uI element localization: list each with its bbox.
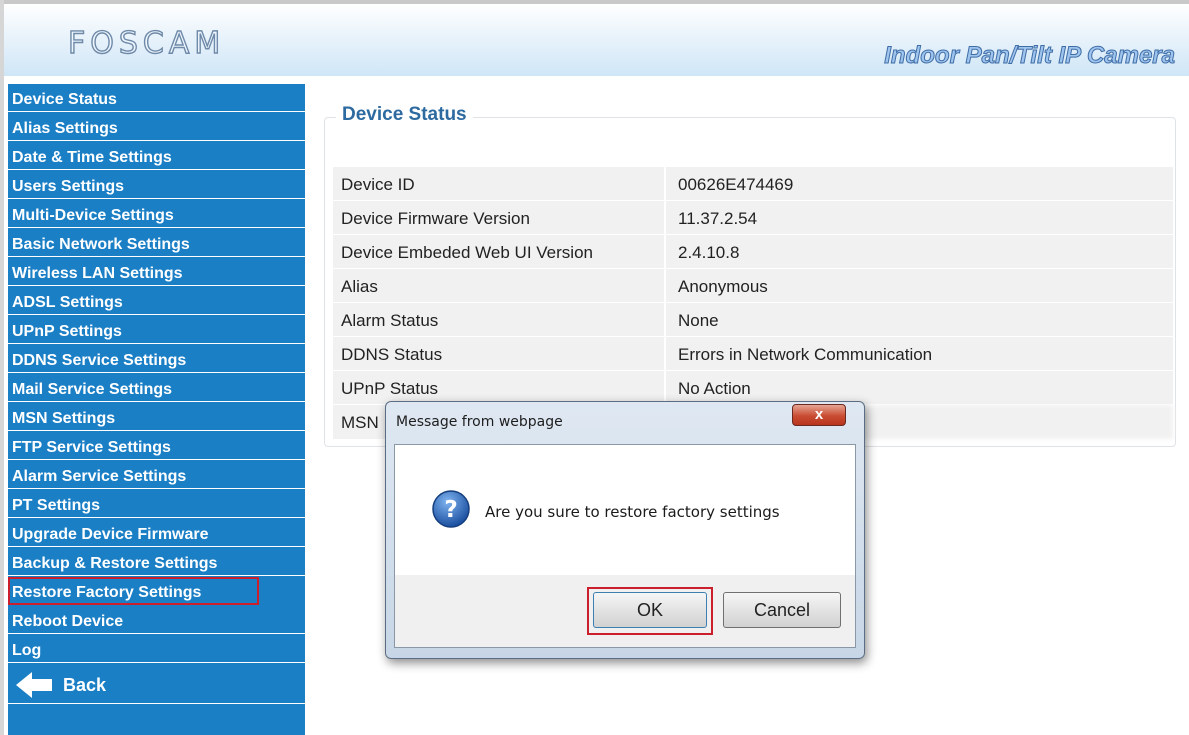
sidebar-item-msn-settings[interactable]: MSN Settings — [8, 403, 305, 431]
row-label: UPnP Status — [333, 371, 664, 405]
foscam-logo: FOSCAM — [67, 25, 226, 61]
table-row: DDNS Status Errors in Network Communicat… — [333, 336, 1173, 371]
sidebar-item-mail-service-settings[interactable]: Mail Service Settings — [8, 374, 305, 402]
device-status-table: Device ID 00626E474469 Device Firmware V… — [333, 166, 1173, 439]
row-value: No Action — [666, 371, 1173, 405]
sidebar-item-alias-settings[interactable]: Alias Settings — [8, 113, 305, 141]
sidebar-item-pt-settings[interactable]: PT Settings — [8, 490, 305, 518]
sidebar-item-reboot-device[interactable]: Reboot Device — [8, 606, 305, 634]
page-header: FOSCAM Indoor Pan/Tilt IP Camera — [4, 4, 1189, 76]
dialog-title: Message from webpage — [396, 414, 563, 430]
sidebar-item-log[interactable]: Log — [8, 635, 305, 663]
sidebar-item-date-time-settings[interactable]: Date & Time Settings — [8, 142, 305, 170]
row-label: Alarm Status — [333, 303, 664, 337]
sidebar-nav: Device Status Alias Settings Date & Time… — [8, 84, 305, 735]
section-title: Device Status — [336, 104, 473, 126]
table-row: UPnP Status No Action — [333, 370, 1173, 405]
row-label: Device Embeded Web UI Version — [333, 235, 664, 269]
row-value: 00626E474469 — [666, 167, 1173, 201]
row-label: Alias — [333, 269, 664, 303]
ok-button[interactable]: OK — [593, 592, 707, 628]
row-label: DDNS Status — [333, 337, 664, 371]
svg-text:?: ? — [444, 497, 457, 523]
sidebar-item-upgrade-device-firmware[interactable]: Upgrade Device Firmware — [8, 519, 305, 547]
confirm-dialog: Message from webpage x ? Are you sure to… — [385, 401, 865, 659]
sidebar-item-users-settings[interactable]: Users Settings — [8, 171, 305, 199]
product-name: Indoor Pan/Tilt IP Camera — [884, 42, 1176, 70]
back-label: Back — [63, 675, 107, 695]
row-value: None — [666, 303, 1173, 337]
sidebar-item-device-status[interactable]: Device Status — [8, 84, 305, 112]
sidebar-item-upnp-settings[interactable]: UPnP Settings — [8, 316, 305, 344]
sidebar-item-basic-network-settings[interactable]: Basic Network Settings — [8, 229, 305, 257]
sidebar-item-ddns-service-settings[interactable]: DDNS Service Settings — [8, 345, 305, 373]
table-row: Device Firmware Version 11.37.2.54 — [333, 200, 1173, 235]
row-value: Anonymous — [666, 269, 1173, 303]
back-button[interactable]: Back — [8, 668, 305, 704]
row-value: 11.37.2.54 — [666, 201, 1173, 235]
sidebar-item-alarm-service-settings[interactable]: Alarm Service Settings — [8, 461, 305, 489]
row-value: 2.4.10.8 — [666, 235, 1173, 269]
sidebar-item-adsl-settings[interactable]: ADSL Settings — [8, 287, 305, 315]
sidebar-item-multi-device-settings[interactable]: Multi-Device Settings — [8, 200, 305, 228]
table-row: Alias Anonymous — [333, 268, 1173, 303]
sidebar-item-backup-restore-settings[interactable]: Backup & Restore Settings — [8, 548, 305, 576]
sidebar-item-wireless-lan-settings[interactable]: Wireless LAN Settings — [8, 258, 305, 286]
cancel-button[interactable]: Cancel — [723, 592, 841, 628]
sidebar-item-ftp-service-settings[interactable]: FTP Service Settings — [8, 432, 305, 460]
table-row: Device Embeded Web UI Version 2.4.10.8 — [333, 234, 1173, 269]
question-icon: ? — [432, 490, 470, 528]
dialog-body: ? Are you sure to restore factory settin… — [394, 444, 856, 648]
back-arrow-icon — [16, 672, 52, 698]
sidebar-item-restore-factory-settings[interactable]: Restore Factory Settings — [8, 577, 259, 605]
table-row: Alarm Status None — [333, 302, 1173, 337]
row-value: Errors in Network Communication — [666, 337, 1173, 371]
window-left-border — [0, 0, 4, 735]
dialog-message: Are you sure to restore factory settings — [485, 503, 780, 521]
row-label: Device ID — [333, 167, 664, 201]
row-label: Device Firmware Version — [333, 201, 664, 235]
dialog-close-button[interactable]: x — [792, 404, 846, 426]
table-row: Device ID 00626E474469 — [333, 166, 1173, 201]
